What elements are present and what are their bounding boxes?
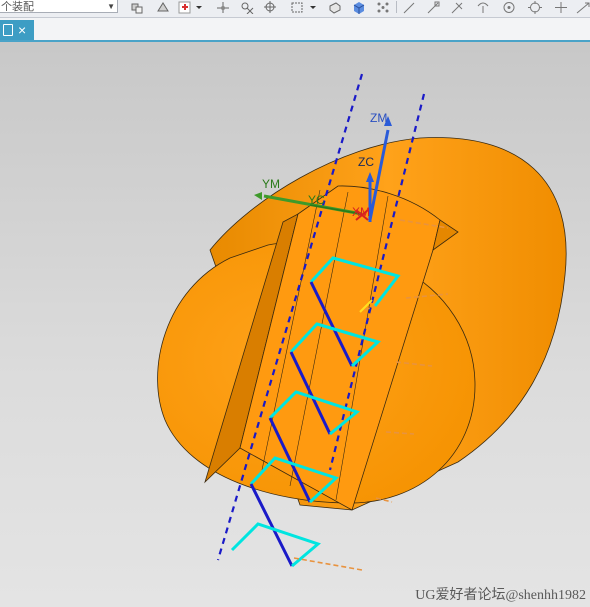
selection-filter-value: 个装配 <box>1 1 34 13</box>
toolbar: 个装配 ▼ <box>0 0 590 18</box>
close-icon[interactable]: × <box>18 20 26 40</box>
chevron-down-icon: ▼ <box>107 2 115 11</box>
pattern-icon[interactable] <box>374 0 392 14</box>
point-intersection-icon[interactable] <box>262 0 280 14</box>
point-snap-icon[interactable] <box>214 0 232 14</box>
xm-axis-label: XM <box>352 205 370 219</box>
endpoint-icon[interactable] <box>424 0 442 14</box>
plus-icon[interactable] <box>552 0 570 14</box>
perpendicular-icon[interactable] <box>474 0 492 14</box>
quadrant-icon[interactable] <box>526 0 544 14</box>
document-tab[interactable]: × <box>0 20 34 40</box>
cube-icon[interactable] <box>350 0 368 14</box>
show-hide-icon[interactable] <box>154 0 172 14</box>
assembly-constraints-icon[interactable] <box>128 0 146 14</box>
zc-axis-label: ZC <box>358 155 374 169</box>
dropdown-icon[interactable] <box>194 0 204 14</box>
box-select-icon[interactable] <box>288 0 306 14</box>
line-icon[interactable] <box>400 0 418 14</box>
dropdown-icon[interactable] <box>308 0 318 14</box>
intersection-icon[interactable] <box>238 0 256 14</box>
tangent-icon[interactable] <box>448 0 466 14</box>
watermark: UG爱好者论坛@shenhh1982 <box>415 588 586 603</box>
part-model-view: ZM ZC YM YC XM <box>157 73 567 571</box>
yc-axis-label: YC <box>308 193 325 207</box>
selection-filter-dropdown[interactable]: 个装配 ▼ <box>0 0 118 13</box>
document-tabbar: × <box>0 18 590 42</box>
solid-icon[interactable] <box>326 0 344 14</box>
zm-axis-label: ZM <box>370 111 387 125</box>
ym-axis-label: YM <box>262 177 280 191</box>
document-icon <box>3 24 13 36</box>
graphics-viewport[interactable]: ZM ZC YM YC XM UG爱好者论坛@shenhh1982 <box>0 42 590 607</box>
center-icon[interactable] <box>500 0 518 14</box>
angle-icon[interactable] <box>574 0 590 14</box>
snap-icon[interactable] <box>176 0 194 14</box>
